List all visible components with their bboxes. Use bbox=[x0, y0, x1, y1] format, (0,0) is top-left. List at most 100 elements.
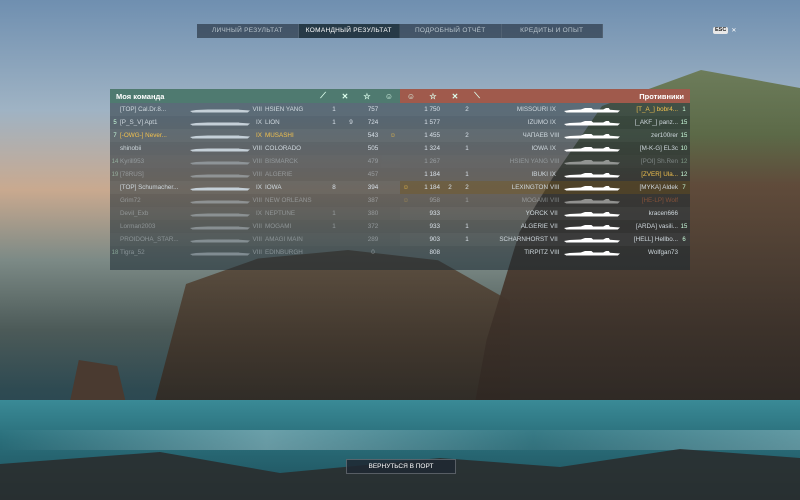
player-row[interactable]: 1 324 1 IOWA IX [M-K-G] EL3c 10 bbox=[400, 142, 690, 155]
surf-foam bbox=[0, 430, 800, 450]
kills-value: 1 bbox=[465, 236, 469, 243]
ship-tier: IX bbox=[550, 119, 556, 126]
player-row[interactable]: 19 [78RUS] VIII ALGÉRIE 457 bbox=[110, 168, 400, 181]
xp-value: 724 bbox=[367, 119, 379, 126]
kills-value: 1 bbox=[332, 210, 336, 217]
rank-badge: 1 bbox=[682, 106, 686, 113]
ship-name: LION bbox=[265, 119, 280, 126]
medal-icon: ☺ bbox=[402, 197, 410, 204]
torpedo-icon: ⟍ bbox=[474, 91, 480, 100]
kills-value: 2 bbox=[465, 106, 469, 113]
player-row[interactable]: Lorman2003 VIII MOGAMI 1 372 bbox=[110, 220, 400, 233]
player-row[interactable]: 933 1 ALGÉRIE VII [ARDA] vasili... 15 bbox=[400, 220, 690, 233]
player-row[interactable]: 1 184 1 IBUKI IX [ZVER] Ula... 12 bbox=[400, 168, 690, 181]
player-name: zer100rer bbox=[651, 132, 678, 139]
ship-silhouette-icon bbox=[190, 146, 250, 152]
ship-shape bbox=[564, 250, 620, 256]
player-name: [ZVER] Ula... bbox=[641, 171, 678, 178]
ship-silhouette-icon bbox=[564, 146, 620, 152]
ship-name: YORCK bbox=[525, 210, 548, 217]
player-name: [TOP] Schumacher... bbox=[120, 184, 179, 191]
player-row[interactable]: PROIDOHA_STAR... VIII AMAGI MAIN 289 bbox=[110, 233, 400, 246]
medal-icon: ☺ bbox=[384, 91, 394, 101]
our-team-panel: Моя команда ⟋ ✕ ☆ ☺ [TOP] Cal.Dr.8... VII… bbox=[110, 89, 400, 270]
ship-tier: VIII bbox=[550, 132, 560, 139]
crossed-swords-icon: ✕ bbox=[341, 91, 349, 101]
ship-tier: VII bbox=[550, 210, 558, 217]
kills-value: 2 bbox=[465, 132, 469, 139]
ship-name: HSIEN YANG bbox=[265, 106, 304, 113]
kills-value: 1 bbox=[465, 171, 469, 178]
tab-team-result[interactable]: КОМАНДНЫЙ РЕЗУЛЬТАТ bbox=[298, 24, 400, 38]
our-team-rows: [TOP] Cal.Dr.8... VIII HSIEN YANG 1 757 5 [P_S… bbox=[110, 103, 400, 259]
player-name: [ARDA] vasili... bbox=[636, 223, 678, 230]
ship-shape bbox=[190, 237, 250, 243]
tab-credits-and-xp[interactable]: КРЕДИТЫ И ОПЫТ bbox=[502, 24, 603, 38]
ship-name: ALGÉRIE bbox=[520, 223, 548, 230]
player-row[interactable]: 1 455 2 ЧАПАЕВ VIII zer100rer 15 bbox=[400, 129, 690, 142]
player-row[interactable]: 5 [P_S_V] Apt1 IX LION 1 9 724 bbox=[110, 116, 400, 129]
kills-value: 1 bbox=[332, 106, 336, 113]
return-to-port-button[interactable]: ВЕРНУТЬСЯ В ПОРТ bbox=[346, 459, 456, 474]
rank-badge: 19 bbox=[111, 171, 119, 178]
ship-tier: IX bbox=[256, 132, 262, 139]
ship-tier: VIII bbox=[252, 249, 262, 256]
player-row[interactable]: shinobii VIII COLORADO 505 bbox=[110, 142, 400, 155]
player-row[interactable]: 808 TIRPITZ VIII Wolfgan73 bbox=[400, 246, 690, 259]
close-icon: ✕ bbox=[731, 28, 737, 34]
ship-silhouette-icon bbox=[564, 224, 620, 230]
medal-icon: ☺ bbox=[402, 184, 410, 191]
tab-detailed-report[interactable]: ПОДРОБНЫЙ ОТЧЁТ bbox=[400, 24, 502, 38]
player-name: Kyrill953 bbox=[120, 158, 145, 165]
xp-value: 543 bbox=[367, 132, 379, 139]
player-row[interactable]: 7 [-OWG-] Never... IX MUSASHI 543 ☺ bbox=[110, 129, 400, 142]
ship-tier: IX bbox=[550, 106, 556, 113]
xp-value: 457 bbox=[367, 171, 379, 178]
player-row[interactable]: 14 Kyrill953 VIII BISMARCK 479 bbox=[110, 155, 400, 168]
player-name: [P_S_V] Apt1 bbox=[120, 119, 158, 126]
rank-badge: 12 bbox=[680, 171, 688, 178]
esc-key-label: ESC bbox=[713, 27, 729, 34]
ship-silhouette-icon bbox=[190, 133, 250, 139]
ship-silhouette-icon bbox=[564, 133, 620, 139]
rank-badge: 6 bbox=[682, 236, 686, 243]
esc-close-button[interactable]: ESC ✕ bbox=[713, 27, 736, 34]
rank-badge: 15 bbox=[680, 223, 688, 230]
player-row[interactable]: Devil_Exb IX NEPTUNE 1 380 bbox=[110, 207, 400, 220]
player-row[interactable]: ☺ 1 184 2 2 LEXINGTON VIII [MYKA] Aldek 7 bbox=[400, 181, 690, 194]
rank-badge: 15 bbox=[680, 132, 688, 139]
rank-badge: 14 bbox=[111, 158, 119, 165]
ship-silhouette-icon bbox=[564, 250, 620, 256]
player-row[interactable]: 933 YORCK VII kracen666 bbox=[400, 207, 690, 220]
player-row[interactable]: 1 267 HSIEN YANG VIII [POI] Sh.Ren 12 bbox=[400, 155, 690, 168]
player-row[interactable]: [TOP] Cal.Dr.8... VIII HSIEN YANG 1 757 bbox=[110, 103, 400, 116]
ship-silhouette-icon bbox=[564, 198, 620, 204]
ship-silhouette-icon bbox=[564, 120, 620, 126]
player-row[interactable]: ☺ 958 1 MOGAMI VIII [HE-LP] Wolf bbox=[400, 194, 690, 207]
tab-personal-result[interactable]: ЛИЧНЫЙ РЕЗУЛЬТАТ bbox=[197, 24, 299, 38]
kills-value: 1 bbox=[465, 223, 469, 230]
player-row[interactable]: [TOP] Schumacher... IX IOWA 8 394 bbox=[110, 181, 400, 194]
frags-value: 2 bbox=[448, 184, 452, 191]
kills-value: 1 bbox=[465, 197, 469, 204]
player-name: [M-K-G] EL3c bbox=[639, 145, 678, 152]
ship-shape bbox=[564, 133, 620, 139]
player-row[interactable]: 1 750 2 MISSOURI IX [T_A_] bobr4... 1 bbox=[400, 103, 690, 116]
ship-tier: VIII bbox=[550, 184, 560, 191]
ship-silhouette-icon bbox=[564, 159, 620, 165]
player-row[interactable]: 903 1 SCHARNHORST VII [HELL] Hellbo... 6 bbox=[400, 233, 690, 246]
player-row[interactable]: 1 577 IZUMO IX [_AKF_] panz... 15 bbox=[400, 116, 690, 129]
ship-shape bbox=[190, 224, 250, 230]
xp-value: 933 bbox=[429, 210, 440, 217]
rank-badge: 7 bbox=[682, 184, 686, 191]
player-row[interactable]: Grim72 VIII NEW ORLEANS 387 bbox=[110, 194, 400, 207]
player-name: shinobii bbox=[120, 145, 142, 152]
xp-value: 958 bbox=[429, 197, 440, 204]
player-row[interactable]: 18 Tigra_52 VIII EDINBURGH 0 bbox=[110, 246, 400, 259]
ship-silhouette-icon bbox=[564, 211, 620, 217]
ship-shape bbox=[190, 120, 250, 126]
ship-silhouette-icon bbox=[564, 107, 620, 113]
xp-value: 903 bbox=[429, 236, 440, 243]
ship-name: TIRPITZ bbox=[524, 249, 548, 256]
ship-silhouette-icon bbox=[190, 250, 250, 256]
